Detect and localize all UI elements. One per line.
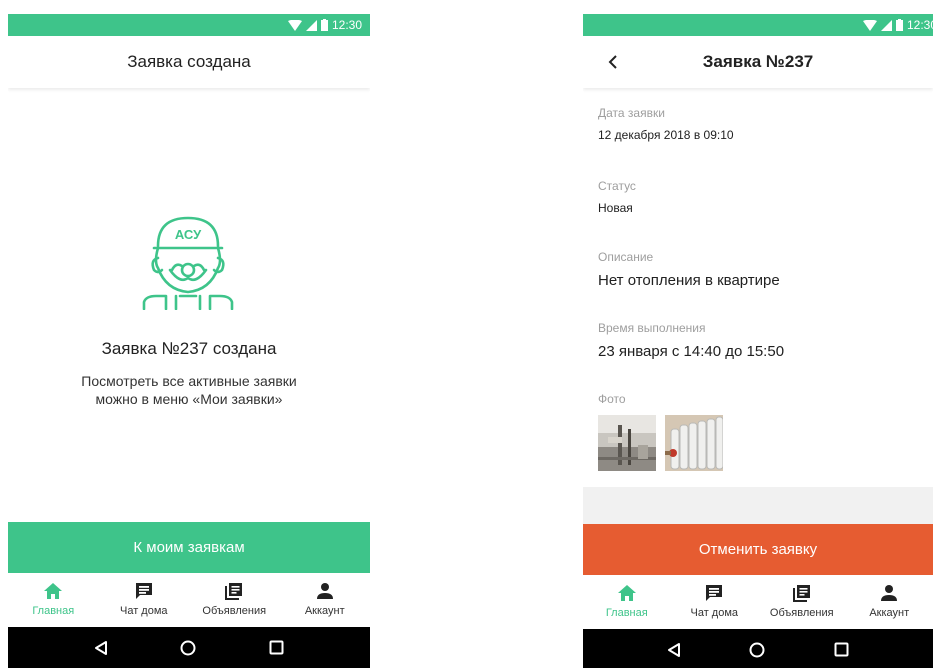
- wifi-icon: [862, 19, 877, 31]
- field-label: Время выполнения: [598, 321, 706, 335]
- page-title: Заявка №237: [702, 52, 814, 71]
- nav-label: Чат дома: [119, 605, 168, 617]
- nav-item-announcements[interactable]: Объявления: [758, 575, 846, 629]
- status-bar: 12:30: [583, 14, 933, 36]
- clock: 12:30: [331, 18, 362, 32]
- account-icon: [881, 585, 898, 601]
- nav-label: Чат дома: [690, 607, 739, 619]
- field-label: Описание: [598, 250, 654, 264]
- status-bar: 12:30: [8, 14, 370, 36]
- field-value: 12 декабря 2018 в 09:10: [598, 128, 734, 142]
- photo-field: Фото: [598, 392, 626, 406]
- photo-thumbnail[interactable]: [665, 415, 723, 471]
- request-created-screen: 12:30 Заявка создана АСУ Заявка №237 соз…: [8, 14, 370, 668]
- nav-item-chat[interactable]: Чат дома: [99, 573, 190, 627]
- nav-item-home[interactable]: Главная: [583, 575, 671, 629]
- field-label: Статус: [598, 179, 636, 193]
- created-message-subtitle: Посмотреть все активные заявки можно в м…: [8, 372, 370, 408]
- created-message-line1: Посмотреть все активные заявки: [81, 373, 297, 389]
- chat-icon: [706, 585, 723, 601]
- field-value: 23 января с 14:40 до 15:50: [598, 343, 785, 360]
- description-field: Описание Нет отопления в квартире: [598, 250, 780, 289]
- nav-label: Главная: [605, 607, 648, 619]
- cancel-request-button[interactable]: Отменить заявку: [583, 524, 933, 575]
- chevron-left-icon: [608, 55, 617, 69]
- created-message-title: Заявка №237 создана: [101, 339, 277, 358]
- android-navigation-bar: [8, 627, 370, 668]
- home-circle-icon[interactable]: [180, 640, 196, 656]
- nav-label: Аккаунт: [304, 605, 345, 617]
- bottom-navigation: Главная Чат дома Объявления Аккаунт: [8, 573, 370, 627]
- bottom-navigation: Главная Чат дома Объявления Аккаунт: [583, 575, 933, 629]
- account-icon: [316, 583, 333, 599]
- signal-icon: [305, 19, 317, 31]
- execution-time-field: Время выполнения 23 января с 14:40 до 15…: [598, 321, 784, 360]
- nav-label: Объявления: [769, 607, 834, 619]
- back-triangle-icon[interactable]: [94, 640, 108, 656]
- content-divider: [583, 487, 933, 524]
- home-icon: [44, 583, 63, 599]
- announcements-icon: [225, 583, 243, 600]
- app-bar: Заявка №237: [583, 36, 933, 88]
- my-requests-button[interactable]: К моим заявкам: [8, 522, 370, 573]
- nav-item-home[interactable]: Главная: [8, 573, 99, 627]
- home-icon: [617, 585, 636, 601]
- battery-icon: [320, 19, 328, 31]
- back-triangle-icon[interactable]: [667, 642, 681, 658]
- status-field: Статус Новая: [598, 179, 636, 215]
- recents-square-icon[interactable]: [269, 640, 284, 655]
- nav-item-announcements[interactable]: Объявления: [189, 573, 280, 627]
- field-value: Нет отопления в квартире: [598, 272, 780, 289]
- nav-item-chat[interactable]: Чат дома: [671, 575, 759, 629]
- battery-icon: [895, 19, 903, 31]
- app-bar: Заявка создана: [8, 36, 370, 88]
- date-field: Дата заявки 12 декабря 2018 в 09:10: [598, 106, 734, 142]
- field-value: Новая: [598, 201, 633, 215]
- nav-item-account[interactable]: Аккаунт: [846, 575, 933, 629]
- plumber-mascot-icon: АСУ: [142, 216, 234, 310]
- chat-icon: [135, 583, 152, 599]
- page-title: Заявка создана: [127, 52, 251, 71]
- request-details-screen: 12:30 Заявка №237 Дата заявки 12 декабря…: [583, 14, 933, 668]
- nav-item-account[interactable]: Аккаунт: [280, 573, 371, 627]
- nav-label: Аккаунт: [869, 607, 910, 619]
- field-label: Дата заявки: [598, 106, 665, 120]
- back-button[interactable]: [601, 50, 625, 74]
- clock: 12:30: [906, 18, 933, 32]
- wifi-icon: [287, 19, 302, 31]
- nav-label: Объявления: [202, 605, 267, 617]
- created-message-line2: можно в меню «Мои заявки»: [95, 391, 283, 407]
- recents-square-icon[interactable]: [834, 642, 849, 657]
- photo-thumbnail[interactable]: [598, 415, 656, 471]
- home-circle-icon[interactable]: [749, 642, 765, 658]
- android-navigation-bar: [583, 629, 933, 668]
- svg-text:АСУ: АСУ: [175, 227, 202, 242]
- announcements-icon: [792, 585, 810, 602]
- field-label: Фото: [598, 392, 626, 406]
- signal-icon: [880, 19, 892, 31]
- nav-label: Главная: [32, 605, 75, 617]
